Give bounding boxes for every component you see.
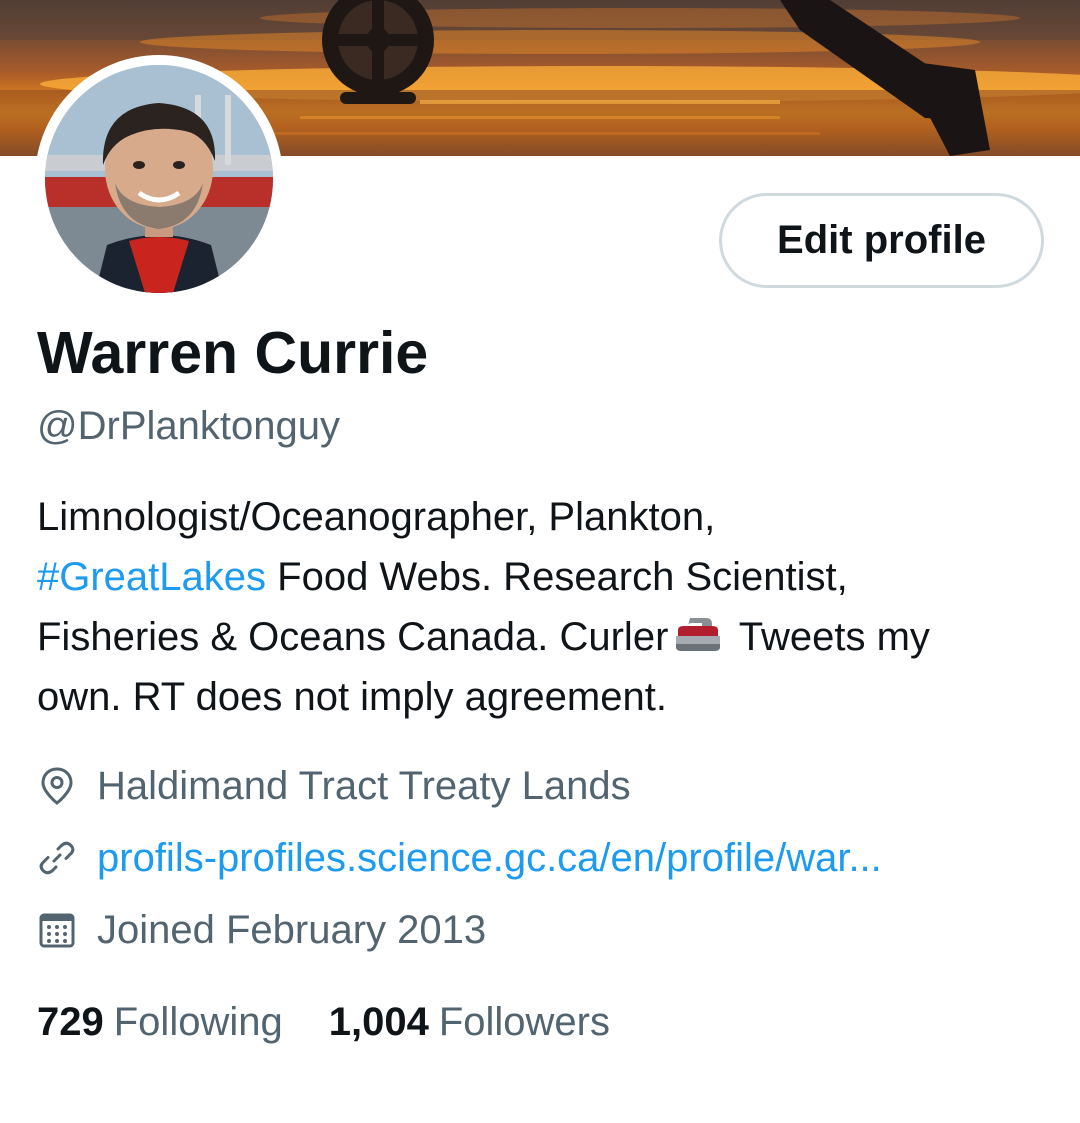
location-text: Haldimand Tract Treaty Lands [97, 764, 631, 808]
following-count: 729 [37, 1000, 104, 1044]
bio-line-2: #GreatLakes Food Webs. Research Scientis… [37, 547, 1047, 607]
edit-profile-button[interactable]: Edit profile [719, 193, 1044, 288]
website-row: profils-profiles.science.gc.ca/en/profil… [37, 834, 882, 882]
following-link[interactable]: 729 Following [37, 996, 283, 1048]
bio-line-1: Limnologist/Oceanographer, Plankton, [37, 495, 716, 539]
location-row: Haldimand Tract Treaty Lands [37, 762, 631, 810]
calendar-icon [37, 910, 77, 950]
curling-stone-icon [676, 618, 721, 651]
follow-stats: 729 Following 1,004 Followers [37, 996, 656, 1048]
website-link[interactable]: profils-profiles.science.gc.ca/en/profil… [97, 834, 882, 882]
location-pin-icon [37, 766, 77, 806]
link-icon [37, 838, 77, 878]
joined-row: Joined February 2013 [37, 906, 486, 954]
profile-bio: Limnologist/Oceanographer, Plankton, #Gr… [37, 487, 1047, 727]
profile-avatar[interactable] [35, 55, 283, 303]
followers-label: Followers [438, 1000, 610, 1044]
followers-count: 1,004 [328, 1000, 429, 1044]
joined-text: Joined February 2013 [97, 908, 487, 952]
bio-line-4: own. RT does not imply agreement. [37, 675, 667, 719]
bio-line-3-text-b: Tweets my [728, 615, 930, 659]
profile-page: Edit profile Warren Currie @DrPlanktongu… [0, 0, 1080, 1123]
followers-link[interactable]: 1,004 Followers [329, 996, 610, 1048]
bio-line-3-text-a: Fisheries & Oceans Canada. Curler [37, 615, 669, 659]
bio-line-2-text: Food Webs. Research Scientist, [266, 555, 848, 599]
bio-line-3: Fisheries & Oceans Canada. Curler Tweets… [37, 607, 1047, 667]
user-handle: @DrPlanktonguy [37, 404, 340, 448]
display-name: Warren Currie [37, 320, 429, 386]
hashtag-link[interactable]: #GreatLakes [37, 555, 266, 599]
following-label: Following [113, 1000, 283, 1044]
